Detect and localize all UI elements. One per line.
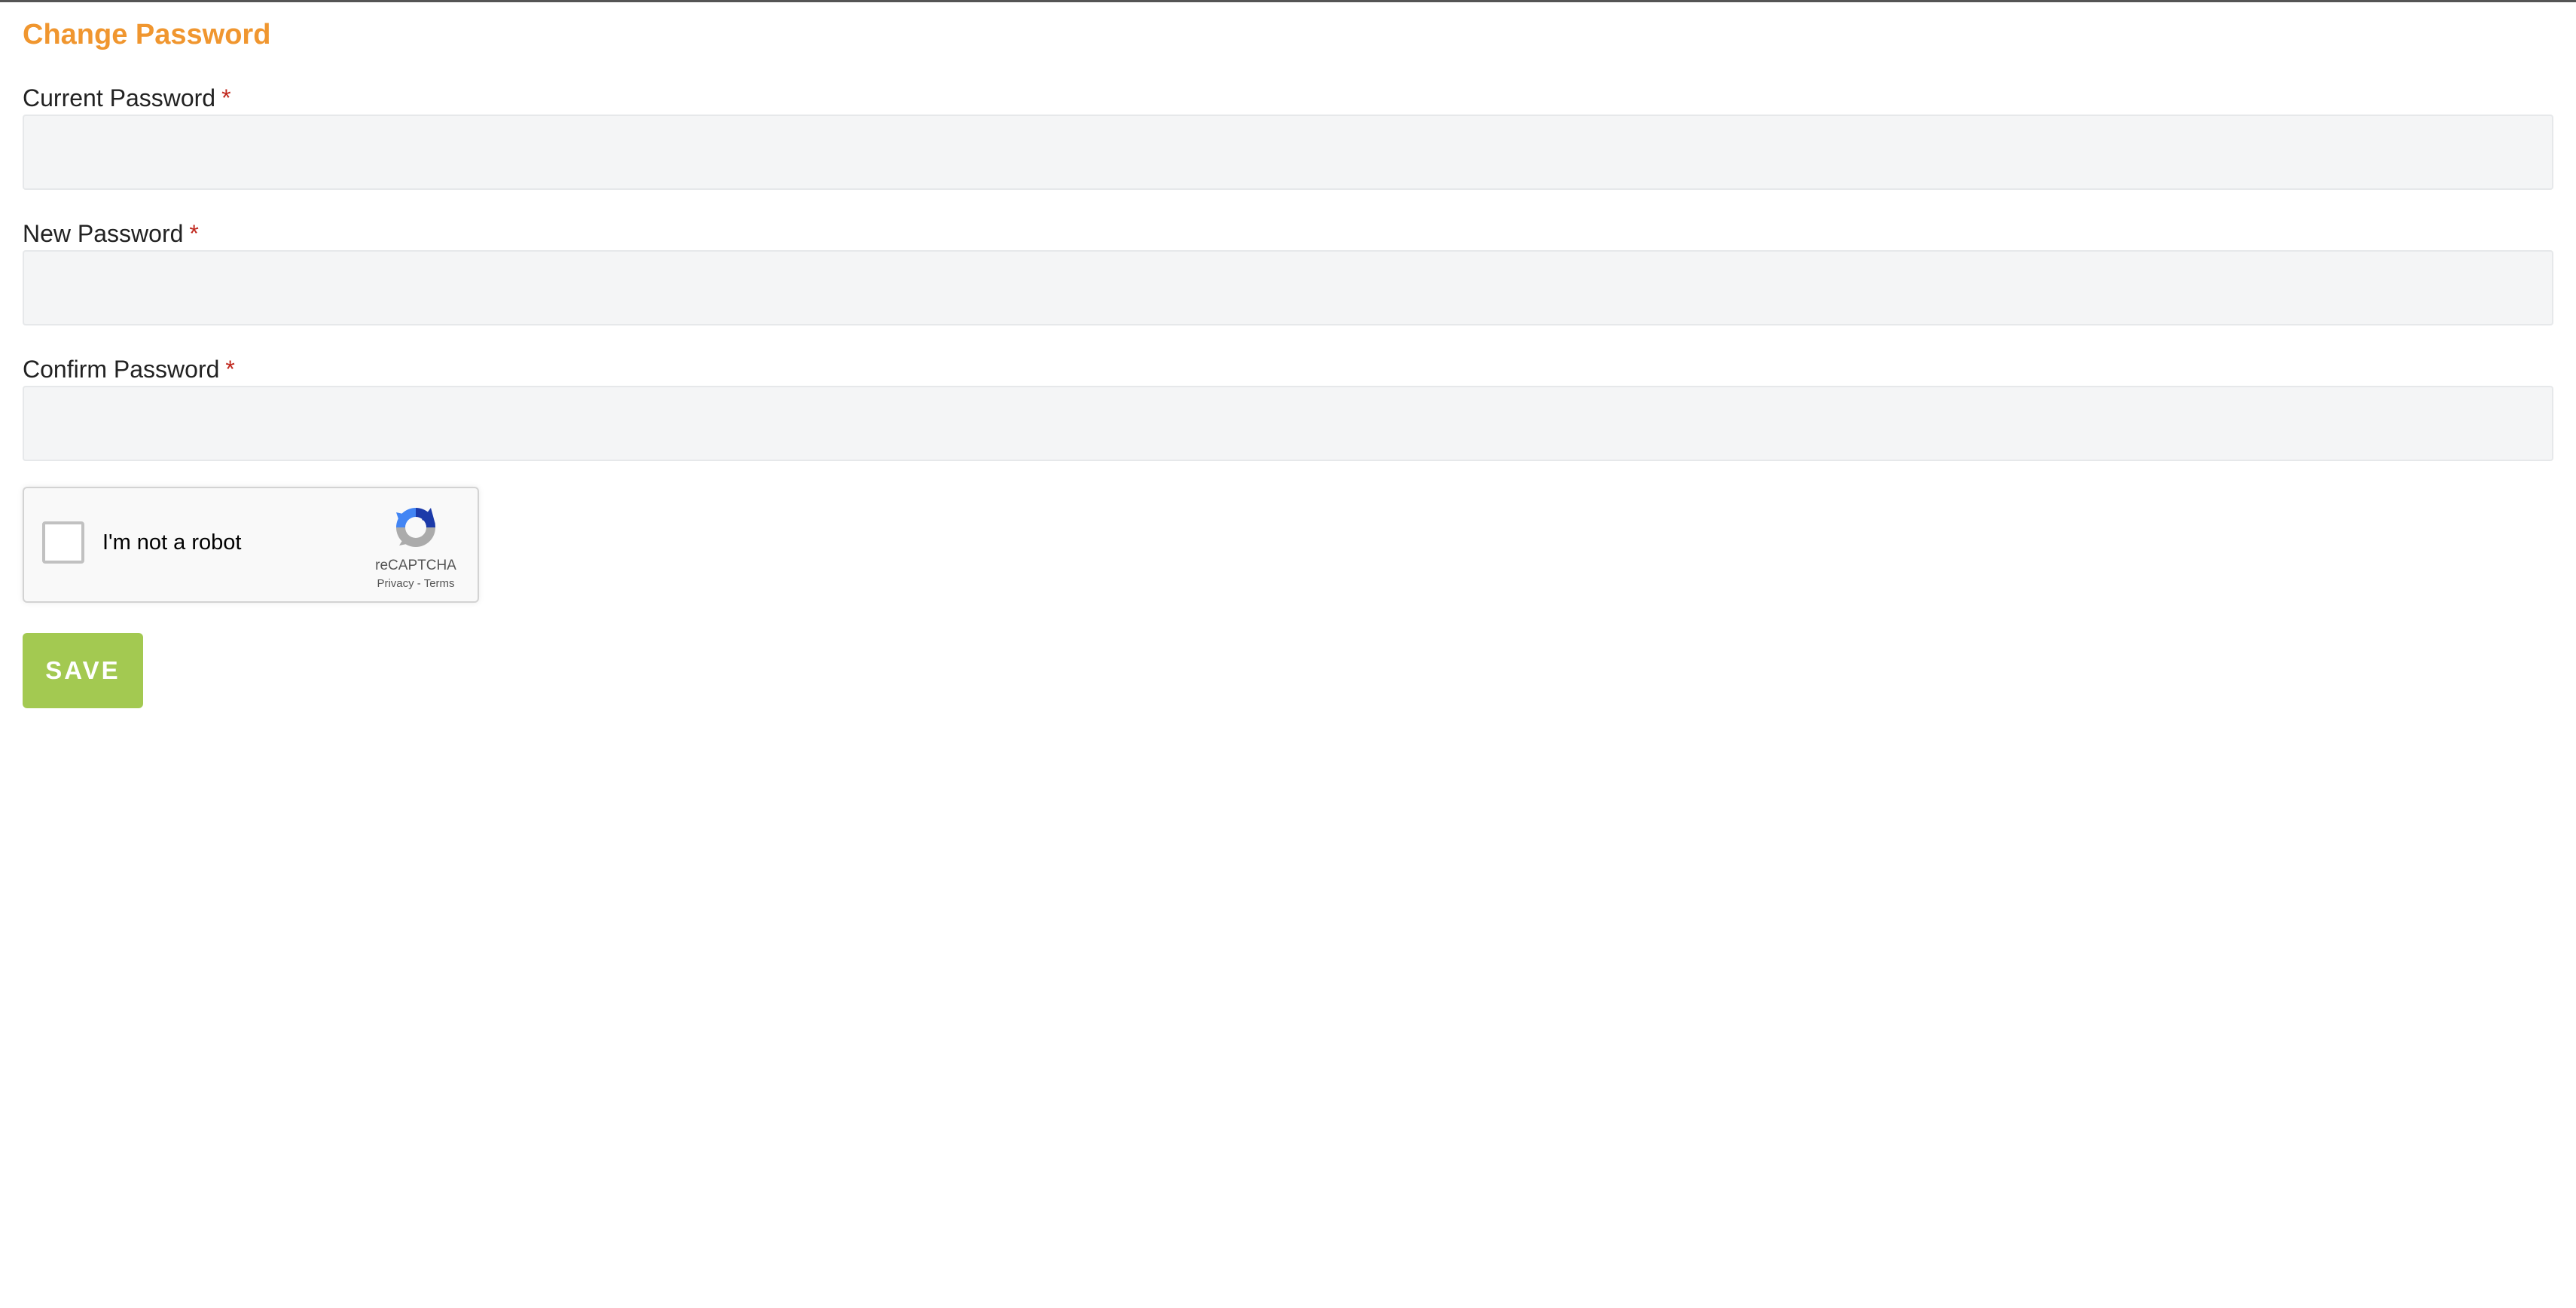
recaptcha-widget: I'm not a robot reCAPTCHA Privacy - Term…	[23, 487, 479, 603]
confirm-password-label: Confirm Password *	[23, 354, 2553, 384]
new-password-input[interactable]	[23, 250, 2553, 325]
required-marker: *	[225, 356, 235, 383]
current-password-input[interactable]	[23, 115, 2553, 190]
new-password-label: New Password *	[23, 219, 2553, 249]
current-password-label: Current Password *	[23, 83, 2553, 113]
current-password-field-group: Current Password *	[23, 83, 2553, 190]
recaptcha-terms-link[interactable]: Terms	[424, 577, 455, 590]
new-password-field-group: New Password *	[23, 219, 2553, 325]
current-password-label-text: Current Password	[23, 84, 216, 112]
page-title: Change Password	[23, 19, 271, 50]
recaptcha-logo-icon	[396, 508, 435, 547]
recaptcha-label: I'm not a robot	[102, 530, 242, 555]
required-marker: *	[189, 220, 199, 247]
change-password-form: Change Password Current Password * New Pa…	[23, 17, 2553, 708]
recaptcha-privacy-link[interactable]: Privacy	[377, 577, 414, 590]
recaptcha-link-separator: -	[417, 577, 421, 590]
new-password-label-text: New Password	[23, 220, 184, 247]
recaptcha-links: Privacy - Terms	[356, 577, 476, 591]
top-border	[0, 0, 2576, 2]
confirm-password-field-group: Confirm Password *	[23, 354, 2553, 461]
save-button[interactable]: SAVE	[23, 633, 143, 708]
confirm-password-input[interactable]	[23, 386, 2553, 461]
recaptcha-checkbox[interactable]	[42, 521, 84, 564]
required-marker: *	[221, 84, 231, 112]
recaptcha-brand: reCAPTCHA	[375, 558, 456, 573]
confirm-password-label-text: Confirm Password	[23, 356, 220, 383]
